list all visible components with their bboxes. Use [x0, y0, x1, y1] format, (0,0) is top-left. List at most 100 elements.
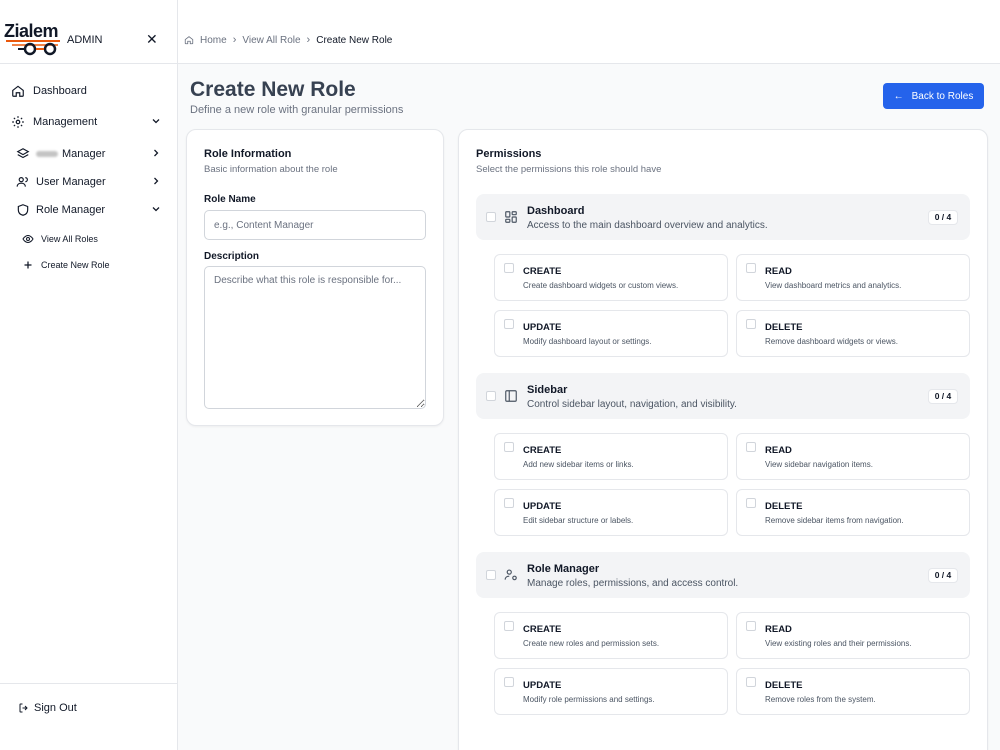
sidebar-item-label: Role Manager	[36, 204, 106, 216]
permission-count-badge: 0 / 4	[928, 389, 958, 404]
permission-count-badge: 0 / 4	[928, 568, 958, 583]
permission-description: View sidebar navigation items.	[765, 460, 873, 469]
permission-role-manager-create[interactable]: CREATE Create new roles and permission s…	[494, 612, 728, 659]
chevron-right-icon	[154, 149, 159, 157]
permission-description: Remove dashboard widgets or views.	[765, 337, 898, 346]
sign-out-button[interactable]: Sign Out	[18, 702, 77, 714]
sidebar-header: Zialem ADMIN ✕	[0, 0, 178, 64]
permission-description: View existing roles and their permission…	[765, 639, 912, 648]
permission-role-manager-update[interactable]: UPDATE Modify role permissions and setti…	[494, 668, 728, 715]
permission-name: UPDATE	[523, 680, 562, 691]
permission-description: Modify role permissions and settings.	[523, 695, 655, 704]
description-label: Description	[204, 251, 260, 262]
permission-sidebar-create[interactable]: CREATE Add new sidebar items or links.	[494, 433, 728, 480]
permission-group-description: Manage roles, permissions, and access co…	[527, 578, 739, 589]
permission-description: Remove sidebar items from navigation.	[765, 516, 904, 525]
gear-icon	[12, 116, 24, 128]
permission-checkbox[interactable]	[746, 621, 756, 631]
permission-name: UPDATE	[523, 322, 562, 333]
permission-checkbox[interactable]	[504, 442, 514, 452]
permission-name: READ	[765, 445, 792, 456]
select-all-checkbox[interactable]	[486, 212, 496, 222]
permission-description: Add new sidebar items or links.	[523, 460, 634, 469]
permission-role-manager-read[interactable]: READ View existing roles and their permi…	[736, 612, 970, 659]
sidebar-item-create-new-role[interactable]: Create New Role	[0, 254, 178, 276]
users-icon	[16, 177, 28, 187]
permission-description: Modify dashboard layout or settings.	[523, 337, 652, 346]
permission-checkbox[interactable]	[746, 319, 756, 329]
permission-role-manager-delete[interactable]: DELETE Remove roles from the system.	[736, 668, 970, 715]
role-information-subtitle: Basic information about the role	[204, 164, 338, 175]
permission-sidebar-delete[interactable]: DELETE Remove sidebar items from navigat…	[736, 489, 970, 536]
permission-group-name: Role Manager	[527, 563, 600, 575]
select-all-checkbox[interactable]	[486, 570, 496, 580]
back-to-roles-label: Back to Roles	[911, 90, 974, 102]
description-textarea[interactable]	[204, 266, 426, 409]
user-cog-icon	[504, 569, 517, 581]
permission-checkbox[interactable]	[746, 677, 756, 687]
page-subtitle: Define a new role with granular permissi…	[190, 104, 404, 116]
sidebar: Zialem ADMIN ✕ Dashboard Management Mana…	[0, 0, 178, 750]
permission-dashboard-read[interactable]: READ View dashboard metrics and analytic…	[736, 254, 970, 301]
close-sidebar-button[interactable]: ✕	[146, 31, 158, 47]
permission-group-dashboard: Dashboard Access to the main dashboard o…	[476, 194, 970, 240]
permission-checkbox[interactable]	[504, 498, 514, 508]
sidebar-item-label: User Manager	[36, 176, 106, 188]
chevron-down-icon	[152, 119, 160, 124]
permission-checkbox[interactable]	[504, 677, 514, 687]
role-name-label: Role Name	[204, 194, 256, 205]
permission-checkbox[interactable]	[504, 621, 514, 631]
permission-name: CREATE	[523, 624, 562, 635]
permission-checkbox[interactable]	[504, 319, 514, 329]
breadcrumb: Home › View All Role › Create New Role	[184, 34, 392, 46]
sidebar-item-role-manager[interactable]: Role Manager	[0, 199, 178, 221]
breadcrumb-home-link[interactable]: Home	[200, 35, 227, 46]
permission-checkbox[interactable]	[746, 442, 756, 452]
sidebar-item-label-text: Manager	[62, 148, 106, 160]
back-to-roles-button[interactable]: ← Back to Roles	[883, 83, 984, 109]
permission-group-role-manager: Role Manager Manage roles, permissions, …	[476, 552, 970, 598]
permission-dashboard-create[interactable]: CREATE Create dashboard widgets or custo…	[494, 254, 728, 301]
permission-description: Edit sidebar structure or labels.	[523, 516, 634, 525]
permission-checkbox[interactable]	[746, 498, 756, 508]
permission-checkbox[interactable]	[504, 263, 514, 273]
permissions-card: Permissions Select the permissions this …	[458, 129, 988, 750]
home-icon	[184, 36, 194, 45]
page-title: Create New Role	[190, 78, 356, 101]
permission-dashboard-update[interactable]: UPDATE Modify dashboard layout or settin…	[494, 310, 728, 357]
role-information-title: Role Information	[204, 148, 292, 160]
layout-grid-icon	[505, 211, 517, 223]
redacted-text	[36, 151, 58, 158]
arrow-left-icon: ←	[893, 90, 904, 102]
permission-name: DELETE	[765, 322, 803, 333]
permission-count-badge: 0 / 4	[928, 210, 958, 225]
permission-name: READ	[765, 266, 792, 277]
permission-name: READ	[765, 624, 792, 635]
permission-name: DELETE	[765, 501, 803, 512]
sidebar-item-dashboard[interactable]: Dashboard	[0, 80, 178, 102]
sidebar-item-user-manager[interactable]: User Manager	[0, 171, 178, 193]
truck-wheels-icon	[6, 40, 60, 56]
eye-icon	[22, 234, 34, 244]
sidebar-item-label: View All Roles	[41, 234, 98, 244]
permission-description: Create dashboard widgets or custom views…	[523, 281, 679, 290]
home-icon	[12, 85, 24, 97]
breadcrumb-view-all-role-link[interactable]: View All Role	[242, 35, 300, 46]
permission-sidebar-update[interactable]: UPDATE Edit sidebar structure or labels.	[494, 489, 728, 536]
permission-group-name: Sidebar	[527, 384, 568, 396]
chevron-right-icon	[154, 177, 159, 185]
plus-icon	[24, 261, 32, 269]
sidebar-item-management[interactable]: Management	[0, 111, 178, 133]
sidebar-item-view-all-roles[interactable]: View All Roles	[0, 228, 178, 250]
sidebar-footer: Sign Out	[0, 683, 178, 750]
permission-checkbox[interactable]	[746, 263, 756, 273]
breadcrumb-separator-icon: ›	[306, 34, 311, 46]
permission-sidebar-read[interactable]: READ View sidebar navigation items.	[736, 433, 970, 480]
permission-name: CREATE	[523, 445, 562, 456]
select-all-checkbox[interactable]	[486, 391, 496, 401]
permission-group-description: Control sidebar layout, navigation, and …	[527, 399, 737, 410]
permission-dashboard-delete[interactable]: DELETE Remove dashboard widgets or views…	[736, 310, 970, 357]
brand-logo[interactable]: Zialem	[4, 22, 62, 58]
role-name-input[interactable]	[204, 210, 426, 240]
sidebar-item-manager[interactable]: Manager	[0, 143, 178, 165]
